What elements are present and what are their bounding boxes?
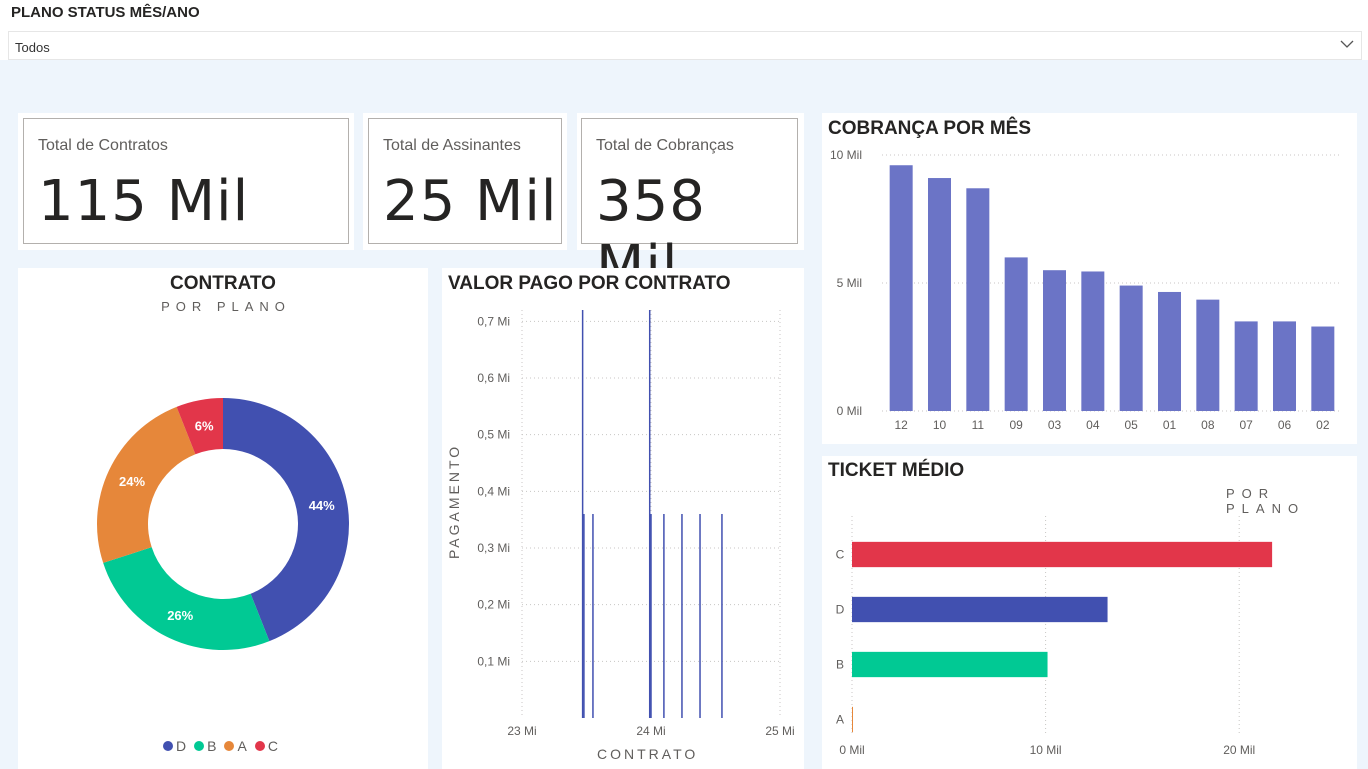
x-tick-label: 04 — [1086, 418, 1100, 432]
x-tick-label: 0 Mil — [839, 743, 864, 757]
legend-dot — [194, 741, 205, 751]
kpi-contratos-card: Total de Contratos 115 Mil — [18, 113, 354, 250]
y-tick-label: C — [836, 548, 845, 562]
y-tick-label: 10 Mil — [830, 148, 862, 162]
contract-bar — [721, 514, 723, 718]
month-bar — [1043, 270, 1066, 411]
x-tick-label: 12 — [894, 418, 908, 432]
ticket-bar-b — [852, 651, 1048, 678]
x-tick-label: 02 — [1316, 418, 1330, 432]
month-bar — [966, 188, 990, 411]
month-bar — [1311, 326, 1335, 411]
cobranca-chart: 0 Mil 5 Mil 10 Mil 12 10 11 09 03 04 05 01 08 07 06 02 — [830, 148, 1342, 432]
ticket-bar-d — [852, 596, 1108, 623]
contract-bar — [650, 514, 652, 718]
legend-item-d[interactable]: D — [163, 738, 186, 754]
legend-dot — [163, 741, 173, 751]
y-tick-label: B — [836, 658, 844, 672]
y-tick-label: 0,5 Mi — [477, 428, 510, 442]
x-tick-label: 10 — [933, 418, 947, 432]
x-tick-label: 05 — [1124, 418, 1138, 432]
y-tick-label: A — [836, 713, 844, 727]
x-tick-label: 03 — [1048, 418, 1062, 432]
y-tick-label: 0,7 Mi — [477, 314, 510, 328]
y-tick-label: 0,4 Mi — [477, 484, 510, 498]
ticket-medio-panel: TICKET MÉDIO POR PLANO 0 Mil 10 Mil 20 Mil… — [822, 456, 1357, 769]
kpi-label: Total de Cobranças — [596, 137, 734, 154]
legend-item-b[interactable]: B — [194, 738, 216, 754]
month-bar — [889, 165, 913, 411]
kpi-label: Total de Assinantes — [383, 137, 521, 154]
ticket-bar-c — [852, 541, 1273, 568]
month-bar — [1119, 285, 1143, 411]
slice-label: 44% — [309, 498, 335, 513]
legend-dot — [224, 741, 235, 751]
contract-bar — [583, 514, 585, 718]
contract-bar — [699, 514, 701, 718]
x-tick-label: 09 — [1009, 418, 1023, 432]
kpi-label: Total de Contratos — [38, 137, 168, 154]
y-axis-title: PAGAMENTO — [446, 443, 462, 559]
x-tick-label: 06 — [1278, 418, 1292, 432]
y-tick-label: 0 Mil — [837, 404, 862, 418]
y-tick-label: 0,2 Mi — [477, 598, 510, 612]
ticket-bar-a — [852, 706, 853, 733]
month-bar — [1196, 299, 1220, 411]
month-bar — [1081, 271, 1105, 411]
slice-label: 26% — [167, 608, 193, 623]
chevron-down-icon[interactable] — [1339, 36, 1355, 52]
plano-status-dropdown[interactable]: Todos — [8, 31, 1362, 60]
legend-label: C — [267, 738, 278, 754]
y-tick-label: D — [836, 603, 845, 617]
x-tick-label: 11 — [972, 418, 985, 432]
legend-label: A — [237, 738, 247, 754]
kpi-assinantes-card: Total de Assinantes 25 Mil — [363, 113, 567, 250]
legend-dot — [254, 741, 265, 751]
contract-bar — [581, 310, 584, 718]
donut-slice-a — [97, 406, 196, 563]
month-bar — [1273, 321, 1296, 411]
contract-bar — [681, 514, 683, 718]
chart-legend: D B A C — [163, 738, 278, 754]
legend-label: D — [176, 738, 187, 754]
x-tick-label: 08 — [1201, 418, 1215, 432]
donut-slice-b — [103, 547, 270, 650]
y-tick-label: 5 Mil — [837, 276, 862, 290]
x-axis-title: CONTRATO — [597, 746, 699, 762]
valor-pago-chart: 0,1 Mi 0,2 Mi 0,3 Mi 0,4 Mi 0,5 Mi 0,6 Mi 0,7 … — [477, 310, 795, 738]
contract-bar — [648, 310, 651, 718]
y-tick-label: 0,3 Mi — [477, 541, 510, 555]
month-bar — [1234, 321, 1258, 411]
x-tick-label: 24 Mi — [636, 724, 665, 738]
kpi-value: 25 Mil — [383, 169, 558, 234]
x-tick-label: 10 Mil — [1030, 743, 1062, 757]
kpi-cobrancas-card: Total de Cobranças 358 Mil — [577, 113, 804, 299]
legend-item-c[interactable]: C — [254, 738, 278, 754]
month-bar — [1004, 257, 1028, 411]
filter-bar: PLANO STATUS MÊS/ANO Todos — [0, 0, 1368, 60]
x-tick-label: 01 — [1163, 418, 1177, 432]
y-tick-label: 0,1 Mi — [477, 654, 510, 668]
y-tick-label: 0,6 Mi — [477, 371, 510, 385]
kpi-value: 115 Mil — [38, 169, 250, 234]
filter-title: PLANO STATUS MÊS/ANO — [11, 4, 200, 21]
donut-chart: 44% 26% 24% 6% — [97, 398, 350, 650]
valor-pago-panel: VALOR PAGO POR CONTRATO 0,1 Mi 0,2 Mi 0,3 … — [442, 268, 804, 769]
contract-bar — [592, 514, 594, 718]
x-tick-label: 07 — [1239, 418, 1253, 432]
dropdown-value: Todos — [15, 40, 50, 55]
slice-label: 6% — [195, 418, 214, 433]
month-bar — [928, 178, 951, 411]
contrato-por-plano-panel: CONTRATO POR PLANO 44% 26% 24% 6% D B A C — [18, 268, 428, 769]
x-tick-label: 25 Mi — [765, 724, 794, 738]
x-tick-label: 20 Mil — [1223, 743, 1255, 757]
x-tick-label: 23 Mi — [507, 724, 536, 738]
month-bar — [1158, 291, 1181, 411]
ticket-medio-chart: 0 Mil 10 Mil 20 Mil C D B A — [836, 516, 1273, 757]
cobranca-por-mes-panel: COBRANÇA POR MÊS 0 Mil 5 Mil 10 Mil 12 10 11 0… — [822, 113, 1357, 444]
legend-label: B — [207, 738, 217, 754]
legend-item-a[interactable]: A — [224, 738, 247, 754]
contract-bar — [663, 514, 665, 718]
slice-label: 24% — [119, 474, 145, 489]
